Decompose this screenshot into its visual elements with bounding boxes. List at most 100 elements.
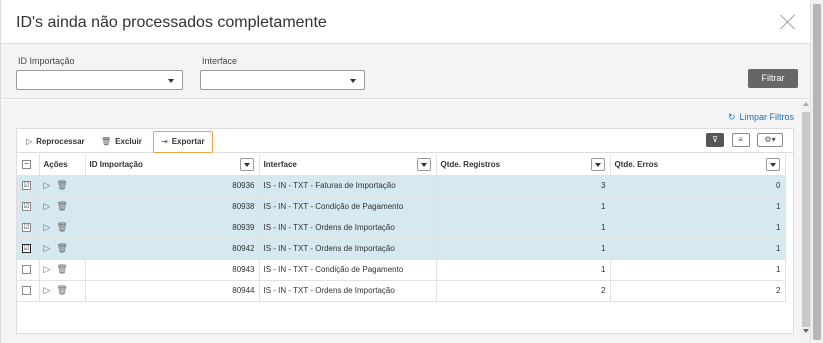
column-menu-icon[interactable] xyxy=(765,158,780,171)
grid-toolbar: ▷ Reprocessar 🗑 Excluir ⇥ Exportar ⊽ ≡ ⚙▾ xyxy=(17,129,793,153)
row-select-cell: ☑ xyxy=(17,238,40,260)
row-checkbox[interactable]: ☑ xyxy=(22,244,31,254)
grid-table: − Ações ID Importação Interface Qtde. Re… xyxy=(17,154,786,302)
cell-interface: IS - IN - TXT - Ordens de Importação xyxy=(259,217,437,239)
row-actions: ▷ 🗑 xyxy=(39,280,86,302)
cell-id: 80943 xyxy=(85,259,260,281)
chevron-down-icon xyxy=(168,79,174,83)
table-row[interactable]: ☑ ▷ 🗑 80938 IS - IN - TXT - Condição de P… xyxy=(17,196,786,218)
id-importacao-select[interactable] xyxy=(16,70,183,90)
scroll-up-icon[interactable] xyxy=(803,102,809,106)
density-icon[interactable]: ≡ xyxy=(731,133,750,147)
trash-icon[interactable]: 🗑 xyxy=(56,285,67,295)
column-header-id-importacao[interactable]: ID Importação xyxy=(85,154,260,176)
play-icon[interactable]: ▷ xyxy=(44,264,51,274)
reprocess-label: Reprocessar xyxy=(36,137,85,146)
table-row[interactable]: ▷ 🗑 80944 IS - IN - TXT - Ordens de Impor… xyxy=(17,280,786,302)
refresh-icon: ↻ xyxy=(727,112,736,122)
row-actions: ▷ 🗑 xyxy=(39,259,86,281)
trash-icon[interactable]: 🗑 xyxy=(56,243,67,253)
trash-icon[interactable]: 🗑 xyxy=(56,222,67,232)
column-menu-icon[interactable] xyxy=(590,158,605,171)
play-icon[interactable]: ▷ xyxy=(44,201,51,211)
column-header-label: ID Importação xyxy=(89,159,143,169)
play-icon: ▷ xyxy=(26,137,33,146)
reprocess-button[interactable]: ▷ Reprocessar xyxy=(26,134,85,150)
cell-erros: 1 xyxy=(610,259,786,281)
cell-registros: 1 xyxy=(436,238,611,260)
export-label: Exportar xyxy=(171,137,205,146)
row-select-cell: ☑ xyxy=(17,196,40,218)
page-scroll-thumb[interactable] xyxy=(813,4,821,340)
export-icon: ⇥ xyxy=(161,137,168,146)
row-actions: ▷ 🗑 xyxy=(39,175,86,197)
cell-interface: IS - IN - TXT - Faturas de Importação xyxy=(259,175,437,197)
play-icon[interactable]: ▷ xyxy=(44,180,51,190)
play-icon[interactable]: ▷ xyxy=(44,285,51,295)
row-checkbox[interactable] xyxy=(22,265,31,275)
play-icon[interactable]: ▷ xyxy=(44,222,51,232)
cell-id: 80938 xyxy=(85,196,260,218)
row-actions: ▷ 🗑 xyxy=(39,217,86,239)
cell-id: 80944 xyxy=(85,280,260,302)
grid-tools: ⊽ ≡ ⚙▾ xyxy=(703,133,783,149)
export-button[interactable]: ⇥ Exportar xyxy=(153,131,213,153)
column-header-label: Qtde. Erros xyxy=(614,159,659,169)
table-row[interactable]: ☑ ▷ 🗑 80939 IS - IN - TXT - Ordens de Imp… xyxy=(17,217,786,239)
table-row[interactable]: ☑ ▷ 🗑 80936 IS - IN - TXT - Faturas de Im… xyxy=(17,175,786,197)
row-actions: ▷ 🗑 xyxy=(39,238,86,260)
trash-icon[interactable]: 🗑 xyxy=(56,201,67,211)
trash-icon[interactable]: 🗑 xyxy=(56,180,67,190)
scroll-down-icon[interactable] xyxy=(803,329,809,333)
column-header-qtde-erros[interactable]: Qtde. Erros xyxy=(610,154,786,176)
column-header-interface[interactable]: Interface xyxy=(259,154,437,176)
column-menu-icon[interactable] xyxy=(239,158,254,171)
delete-label: Excluir xyxy=(115,137,142,146)
cell-interface: IS - IN - TXT - Condição de Pagamento xyxy=(259,259,437,281)
column-header-acoes: Ações xyxy=(39,154,86,176)
row-actions: ▷ 🗑 xyxy=(39,196,86,218)
cell-erros: 1 xyxy=(610,196,786,218)
chevron-down-icon xyxy=(350,79,356,83)
cell-erros: 1 xyxy=(610,238,786,260)
cell-id: 80936 xyxy=(85,175,260,197)
cell-registros: 2 xyxy=(436,280,611,302)
trash-icon[interactable]: 🗑 xyxy=(56,264,67,274)
delete-button[interactable]: 🗑 Excluir xyxy=(101,134,142,150)
close-icon[interactable] xyxy=(780,14,796,30)
row-select-cell xyxy=(17,280,40,302)
filter-button[interactable]: Filtrar xyxy=(748,69,798,88)
table-row[interactable]: ☑ ▷ 🗑 80942 IS - IN - TXT - Ordens de Imp… xyxy=(17,238,786,260)
settings-icon[interactable]: ⚙▾ xyxy=(757,133,783,147)
cell-registros: 3 xyxy=(436,175,611,197)
row-checkbox[interactable]: ☑ xyxy=(22,181,31,191)
cell-interface: IS - IN - TXT - Ordens de Importação xyxy=(259,238,437,260)
scroll-thumb[interactable] xyxy=(802,112,810,327)
id-importacao-label: ID Importação xyxy=(18,56,75,66)
column-header-qtde-registros[interactable]: Qtde. Registros xyxy=(436,154,611,176)
cell-erros: 0 xyxy=(610,175,786,197)
row-checkbox[interactable] xyxy=(22,286,31,296)
page-scrollbar[interactable] xyxy=(810,0,823,343)
results-area: ↻ Limpar Filtros ▷ Reprocessar 🗑 Excluir ⇥ E… xyxy=(1,100,811,343)
cell-registros: 1 xyxy=(436,217,611,239)
data-grid: ▷ Reprocessar 🗑 Excluir ⇥ Exportar ⊽ ≡ ⚙▾ xyxy=(16,128,794,334)
play-icon[interactable]: ▷ xyxy=(44,243,51,253)
row-select-cell xyxy=(17,259,40,281)
column-menu-icon[interactable] xyxy=(416,158,431,171)
row-select-cell: ☑ xyxy=(17,175,40,197)
table-row[interactable]: ▷ 🗑 80943 IS - IN - TXT - Condição de Pag… xyxy=(17,259,786,281)
interface-select[interactable] xyxy=(200,70,365,90)
filter-toggle-icon[interactable]: ⊽ xyxy=(706,133,725,147)
cell-interface: IS - IN - TXT - Condição de Pagamento xyxy=(259,196,437,218)
row-checkbox[interactable]: ☑ xyxy=(22,223,31,233)
row-checkbox[interactable]: ☑ xyxy=(22,202,31,212)
interface-label: Interface xyxy=(202,56,238,66)
cell-erros: 1 xyxy=(610,217,786,239)
select-all-header: − xyxy=(17,154,40,176)
modal-dialog: ID's ainda não processados completamente… xyxy=(0,0,811,343)
cell-registros: 1 xyxy=(436,259,611,281)
clear-filters-link[interactable]: ↻ Limpar Filtros xyxy=(728,112,794,123)
select-all-checkbox[interactable]: − xyxy=(22,159,31,169)
row-select-cell: ☑ xyxy=(17,217,40,239)
